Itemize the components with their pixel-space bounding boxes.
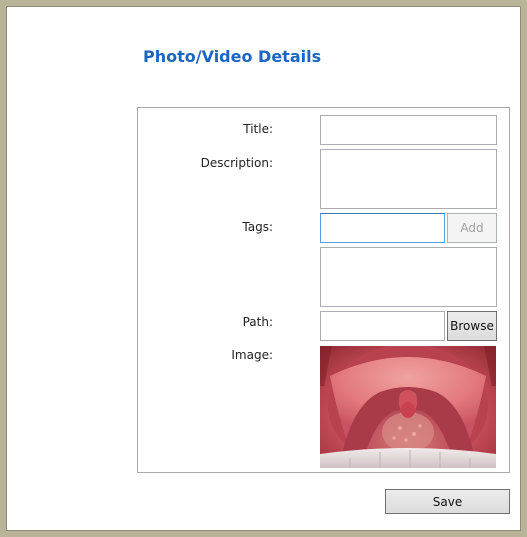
- tags-list[interactable]: [320, 247, 497, 307]
- image-label: Image:: [231, 348, 273, 362]
- image-preview: [320, 346, 496, 468]
- window-frame: Photo/Video Details Title: Description: …: [0, 0, 527, 537]
- browse-button[interactable]: Browse: [447, 311, 497, 341]
- add-tag-button[interactable]: Add: [447, 213, 497, 243]
- title-input[interactable]: [320, 115, 497, 145]
- path-label: Path:: [242, 315, 273, 329]
- tags-input[interactable]: [320, 213, 445, 243]
- description-label: Description:: [200, 156, 273, 170]
- window-content: Photo/Video Details Title: Description: …: [6, 6, 521, 531]
- title-label: Title:: [243, 122, 273, 136]
- save-button[interactable]: Save: [385, 489, 510, 514]
- description-textarea[interactable]: [320, 149, 497, 209]
- page-title: Photo/Video Details: [143, 47, 322, 66]
- tags-label: Tags:: [242, 220, 273, 234]
- path-input[interactable]: [320, 311, 445, 341]
